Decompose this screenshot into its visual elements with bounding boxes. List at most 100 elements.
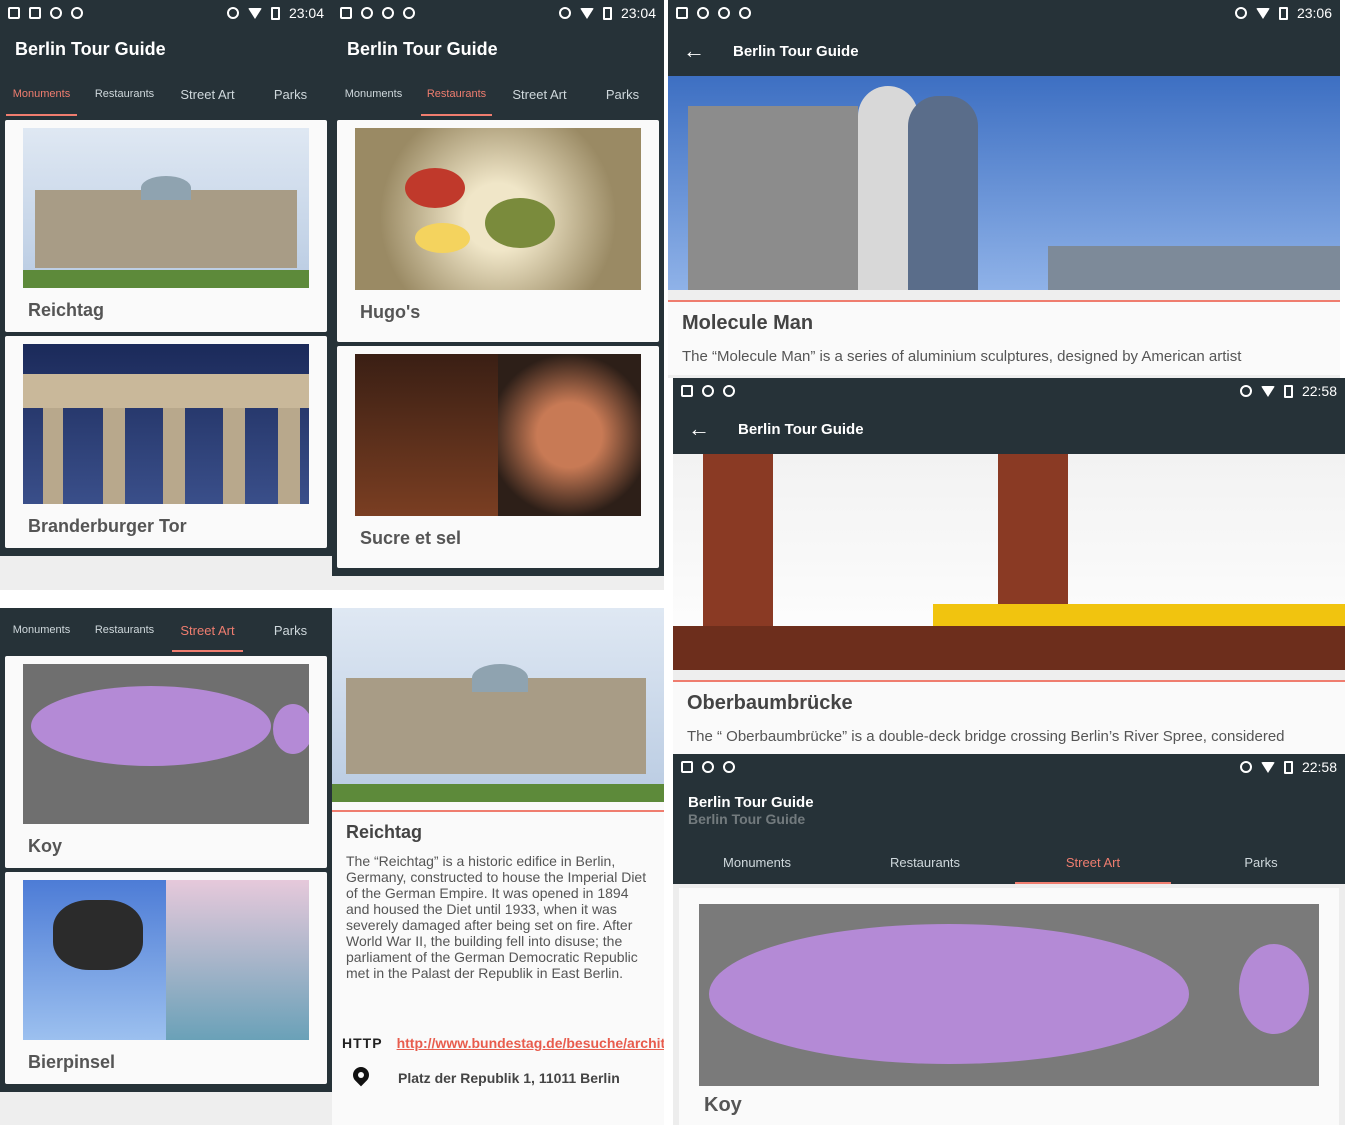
- tab-monuments[interactable]: Monuments: [0, 608, 83, 652]
- tab-monuments[interactable]: Monuments: [673, 840, 841, 884]
- tab-monuments[interactable]: Monuments: [0, 72, 83, 116]
- card-list: Reichtag Branderburger Tor: [0, 116, 332, 556]
- status-bar: 22:58: [673, 378, 1345, 404]
- pinwheel-icon: [361, 7, 373, 19]
- website-row: HTTP http://www.bundestag.de/besuche/arc…: [332, 1031, 664, 1055]
- tab-parks[interactable]: Parks: [581, 72, 664, 116]
- image-icon: [681, 385, 693, 397]
- app-bar: ← Berlin Tour Guide: [668, 26, 1340, 76]
- detail-title: Molecule Man: [682, 312, 814, 334]
- shield-icon: [718, 7, 730, 19]
- battery-icon: [1283, 760, 1293, 774]
- monuments-screen: 23:04 Berlin Tour Guide Monuments Restau…: [0, 0, 332, 590]
- back-arrow-icon[interactable]: ←: [683, 38, 705, 64]
- shield-icon: [382, 7, 394, 19]
- koy-whale-mural-photo: [23, 664, 309, 824]
- dnd-icon: [1234, 7, 1247, 19]
- status-time: 22:58: [1301, 383, 1337, 399]
- card-title: Koy: [28, 836, 63, 856]
- image-icon: [340, 7, 352, 19]
- card-title: Hugo's: [360, 302, 421, 322]
- tab-street-art[interactable]: Street Art: [498, 72, 581, 116]
- detail-text: The “Molecule Man” is a series of alumin…: [682, 348, 1242, 365]
- shield-icon: [50, 7, 62, 19]
- notification-icon: [8, 7, 20, 19]
- dnd-icon: [1239, 761, 1252, 773]
- list-item[interactable]: Bierpinsel: [5, 872, 327, 1084]
- tab-street-art[interactable]: Street Art: [166, 608, 249, 652]
- tab-parks[interactable]: Parks: [1177, 840, 1345, 884]
- status-time: 23:04: [288, 5, 324, 21]
- tab-restaurants[interactable]: Restaurants: [83, 608, 166, 652]
- detail-body: Molecule Man The “Molecule Man” is a ser…: [668, 302, 1340, 375]
- app-title: Berlin Tour Guide: [733, 42, 859, 60]
- wifi-icon: [1260, 385, 1275, 397]
- card-title: Sucre et sel: [360, 528, 462, 548]
- tab-restaurants[interactable]: Restaurants: [83, 72, 166, 116]
- tab-restaurants[interactable]: Restaurants: [841, 840, 1009, 884]
- battery-icon: [1283, 384, 1293, 398]
- wifi-icon: [1260, 761, 1275, 773]
- status-bar: 23:06: [668, 0, 1340, 26]
- wifi-icon: [579, 7, 594, 19]
- list-item[interactable]: Branderburger Tor: [5, 336, 327, 548]
- list-item[interactable]: Koy: [5, 656, 327, 868]
- oberbaum-detail-screen: 22:58 ← Berlin Tour Guide Oberbaumbrücke…: [673, 378, 1345, 754]
- app-bar: Berlin Tour Guide Berlin Tour Guide: [673, 780, 1345, 840]
- tab-parks[interactable]: Parks: [249, 72, 332, 116]
- reichtag-photo: [23, 128, 309, 288]
- card-title: Reichtag: [28, 300, 105, 320]
- tab-bar: Monuments Restaurants Street Art Parks: [0, 72, 332, 116]
- tab-street-art[interactable]: Street Art: [166, 72, 249, 116]
- dnd-icon: [1239, 385, 1252, 397]
- image-icon: [681, 761, 693, 773]
- android-icon: [71, 7, 83, 19]
- image-icon: [29, 7, 41, 19]
- tab-restaurants[interactable]: Restaurants: [415, 72, 498, 116]
- tab-street-art[interactable]: Street Art: [1009, 840, 1177, 884]
- street-art-screen: Monuments Restaurants Street Art Parks K…: [0, 608, 332, 1125]
- android-icon: [723, 385, 735, 397]
- status-time: 23:04: [620, 5, 656, 21]
- detail-title: Oberbaumbrücke: [687, 692, 853, 714]
- app-title: Berlin Tour Guide: [738, 420, 864, 438]
- list-item[interactable]: Sucre et sel: [337, 346, 659, 568]
- tab-monuments[interactable]: Monuments: [332, 72, 415, 116]
- dnd-icon: [558, 7, 571, 19]
- brandenburg-gate-photo: [23, 344, 309, 504]
- ghost-app-title: Berlin Tour Guide: [688, 810, 806, 827]
- website-link[interactable]: http://www.bundestag.de/besuche/architek…: [397, 1035, 664, 1051]
- image-icon: [676, 7, 688, 19]
- android-icon: [403, 7, 415, 19]
- restaurants-screen: 23:04 Berlin Tour Guide Monuments Restau…: [332, 0, 664, 590]
- shield-icon: [702, 761, 714, 773]
- address-row: Platz der Republik 1, 11011 Berlin: [332, 1063, 664, 1093]
- battery-icon: [602, 6, 612, 20]
- detail-title: Reichtag: [346, 822, 423, 842]
- card-title: Koy: [704, 1094, 742, 1116]
- card-list: Koy Bierpinsel: [0, 652, 332, 1092]
- wifi-icon: [1255, 7, 1270, 19]
- app-bar: ← Berlin Tour Guide: [673, 404, 1345, 454]
- tab-parks[interactable]: Parks: [249, 608, 332, 652]
- http-icon: HTTP: [342, 1035, 383, 1051]
- molecule-man-photo: [668, 76, 1340, 290]
- bierpinsel-photo: [23, 880, 309, 1040]
- shield-icon: [702, 385, 714, 397]
- shared-card[interactable]: Koy: [679, 888, 1339, 1125]
- detail-text: The “Reichtag” is a historic edifice in …: [346, 853, 647, 981]
- app-title: Berlin Tour Guide: [0, 26, 332, 72]
- app-title: Berlin Tour Guide: [688, 793, 814, 811]
- list-item[interactable]: Reichtag: [5, 120, 327, 332]
- screenshot-collage: 23:04 Berlin Tour Guide Monuments Restau…: [0, 0, 1345, 1125]
- detail-body: Reichtag The “Reichtag” is a historic ed…: [332, 812, 664, 991]
- card-title: Branderburger Tor: [28, 516, 187, 536]
- transition-screen: 22:58 Berlin Tour Guide Berlin Tour Guid…: [673, 754, 1345, 1125]
- koy-whale-mural-photo: [699, 904, 1319, 1086]
- status-bar: 23:04: [0, 0, 332, 26]
- list-item[interactable]: Hugo's: [337, 120, 659, 342]
- wifi-icon: [247, 7, 262, 19]
- status-time: 23:06: [1296, 5, 1332, 21]
- back-arrow-icon[interactable]: ←: [688, 416, 710, 442]
- android-icon: [723, 761, 735, 773]
